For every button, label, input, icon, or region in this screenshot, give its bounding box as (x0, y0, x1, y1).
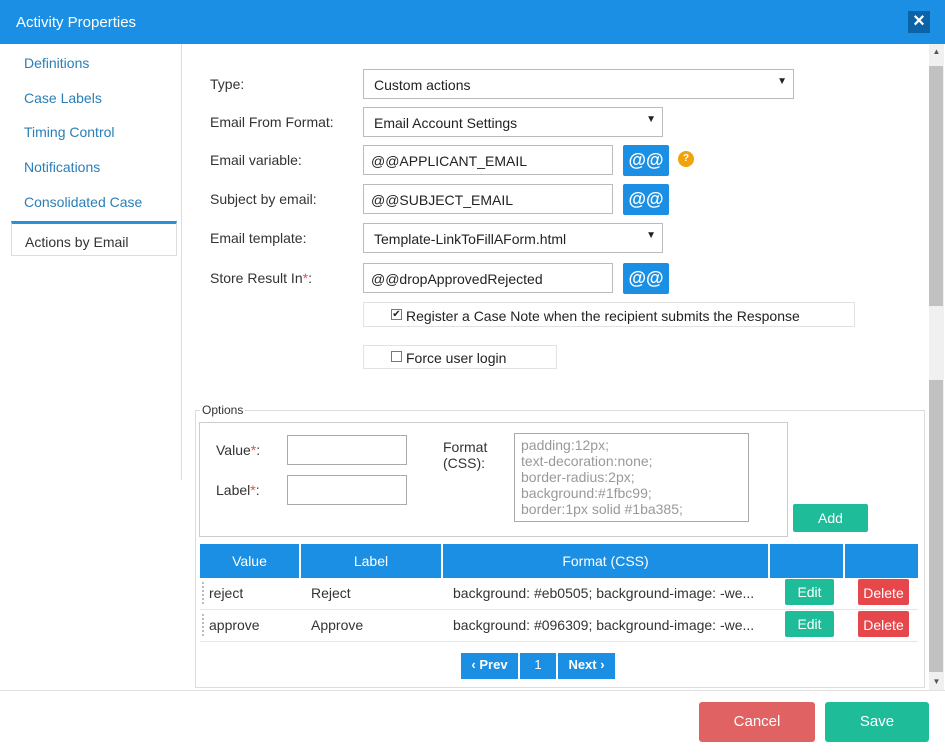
option-label-label: Label*: (216, 482, 260, 498)
save-button[interactable]: Save (825, 702, 929, 742)
page-number-button[interactable]: 1 (520, 653, 556, 679)
sidebar-item-definitions[interactable]: Definitions (24, 55, 89, 71)
chevron-down-icon: ▼ (777, 76, 787, 87)
close-icon[interactable]: × (908, 11, 930, 33)
scroll-up-icon[interactable]: ▲ (929, 44, 944, 60)
format-css-label-2: (CSS): (443, 455, 485, 471)
chevron-down-icon: ▼ (646, 230, 656, 241)
row-label: Approve (311, 617, 364, 633)
format-css-textarea[interactable]: padding:12px; text-decoration:none; bord… (514, 433, 749, 522)
row-value: reject (209, 585, 244, 601)
force-login-checkbox[interactable] (391, 351, 402, 362)
email-template-value: Template-LinkToFillAForm.html (374, 231, 567, 247)
email-variable-variable-picker-button[interactable]: @@ (623, 145, 669, 176)
column-header-edit (770, 544, 843, 578)
next-page-button[interactable]: Next › (558, 653, 615, 679)
type-select[interactable]: Custom actions ▼ (363, 69, 794, 99)
scrollbar-thumb-lower[interactable] (929, 380, 943, 672)
option-value-label: Value*: (216, 442, 261, 458)
register-case-note-row: ✔ Register a Case Note when the recipien… (363, 302, 855, 327)
add-option-button[interactable]: Add (793, 504, 868, 532)
sidebar-item-consolidated-case[interactable]: Consolidated Case (24, 194, 142, 210)
delete-option-button[interactable]: Delete (858, 579, 909, 605)
email-from-format-select[interactable]: Email Account Settings ▼ (363, 107, 663, 137)
sidebar: Definitions Case Labels Timing Control N… (0, 44, 182, 480)
email-variable-label: Email variable: (210, 152, 302, 168)
store-result-variable-picker-button[interactable]: @@ (623, 263, 669, 294)
email-variable-input[interactable]: @@APPLICANT_EMAIL (363, 145, 613, 175)
row-divider (200, 641, 918, 642)
scroll-down-icon[interactable]: ▼ (929, 674, 944, 690)
subject-input[interactable]: @@SUBJECT_EMAIL (363, 184, 613, 214)
force-login-label: Force user login (406, 350, 507, 366)
row-divider (200, 609, 918, 610)
row-format: background: #096309; background-image: -… (453, 617, 755, 633)
column-header-delete (845, 544, 918, 578)
type-label: Type: (210, 76, 245, 92)
sidebar-item-actions-by-email[interactable]: Actions by Email (11, 221, 177, 256)
format-css-label: Format (443, 439, 488, 455)
chevron-down-icon: ▼ (646, 114, 656, 125)
column-header-format: Format (CSS) (443, 544, 768, 578)
edit-option-button[interactable]: Edit (785, 611, 834, 637)
sidebar-item-case-labels[interactable]: Case Labels (24, 90, 102, 106)
prev-page-button[interactable]: ‹ Prev (461, 653, 518, 679)
store-result-input[interactable]: @@dropApprovedRejected (363, 263, 613, 293)
delete-option-button[interactable]: Delete (858, 611, 909, 637)
dialog-title-bar: Activity Properties × (0, 0, 945, 44)
row-format: background: #eb0505; background-image: -… (453, 585, 755, 601)
subject-variable-picker-button[interactable]: @@ (623, 184, 669, 215)
sidebar-item-notifications[interactable]: Notifications (24, 159, 100, 175)
email-from-format-value: Email Account Settings (374, 115, 518, 131)
options-legend: Options (200, 403, 246, 417)
register-case-note-label: Register a Case Note when the recipient … (406, 308, 800, 324)
column-header-value: Value (200, 544, 299, 578)
row-label: Reject (311, 585, 351, 601)
dialog-title: Activity Properties (16, 14, 137, 31)
drag-handle-icon[interactable] (202, 614, 208, 636)
force-login-row: Force user login (363, 345, 557, 369)
cancel-button[interactable]: Cancel (699, 702, 815, 742)
help-icon[interactable]: ? (678, 151, 694, 167)
scrollbar-thumb[interactable] (929, 66, 943, 306)
store-result-label: Store Result In*: (210, 270, 312, 286)
email-template-select[interactable]: Template-LinkToFillAForm.html ▼ (363, 223, 663, 253)
row-value: approve (209, 617, 260, 633)
email-template-label: Email template: (210, 230, 307, 246)
email-from-format-label: Email From Format: (210, 114, 334, 130)
column-header-label: Label (301, 544, 441, 578)
subject-label: Subject by email: (210, 191, 317, 207)
option-value-input[interactable] (287, 435, 407, 465)
option-label-input[interactable] (287, 475, 407, 505)
register-case-note-checkbox[interactable]: ✔ (391, 309, 402, 320)
edit-option-button[interactable]: Edit (785, 579, 834, 605)
type-select-value: Custom actions (374, 77, 471, 93)
sidebar-item-timing-control[interactable]: Timing Control (24, 124, 115, 140)
drag-handle-icon[interactable] (202, 582, 208, 604)
